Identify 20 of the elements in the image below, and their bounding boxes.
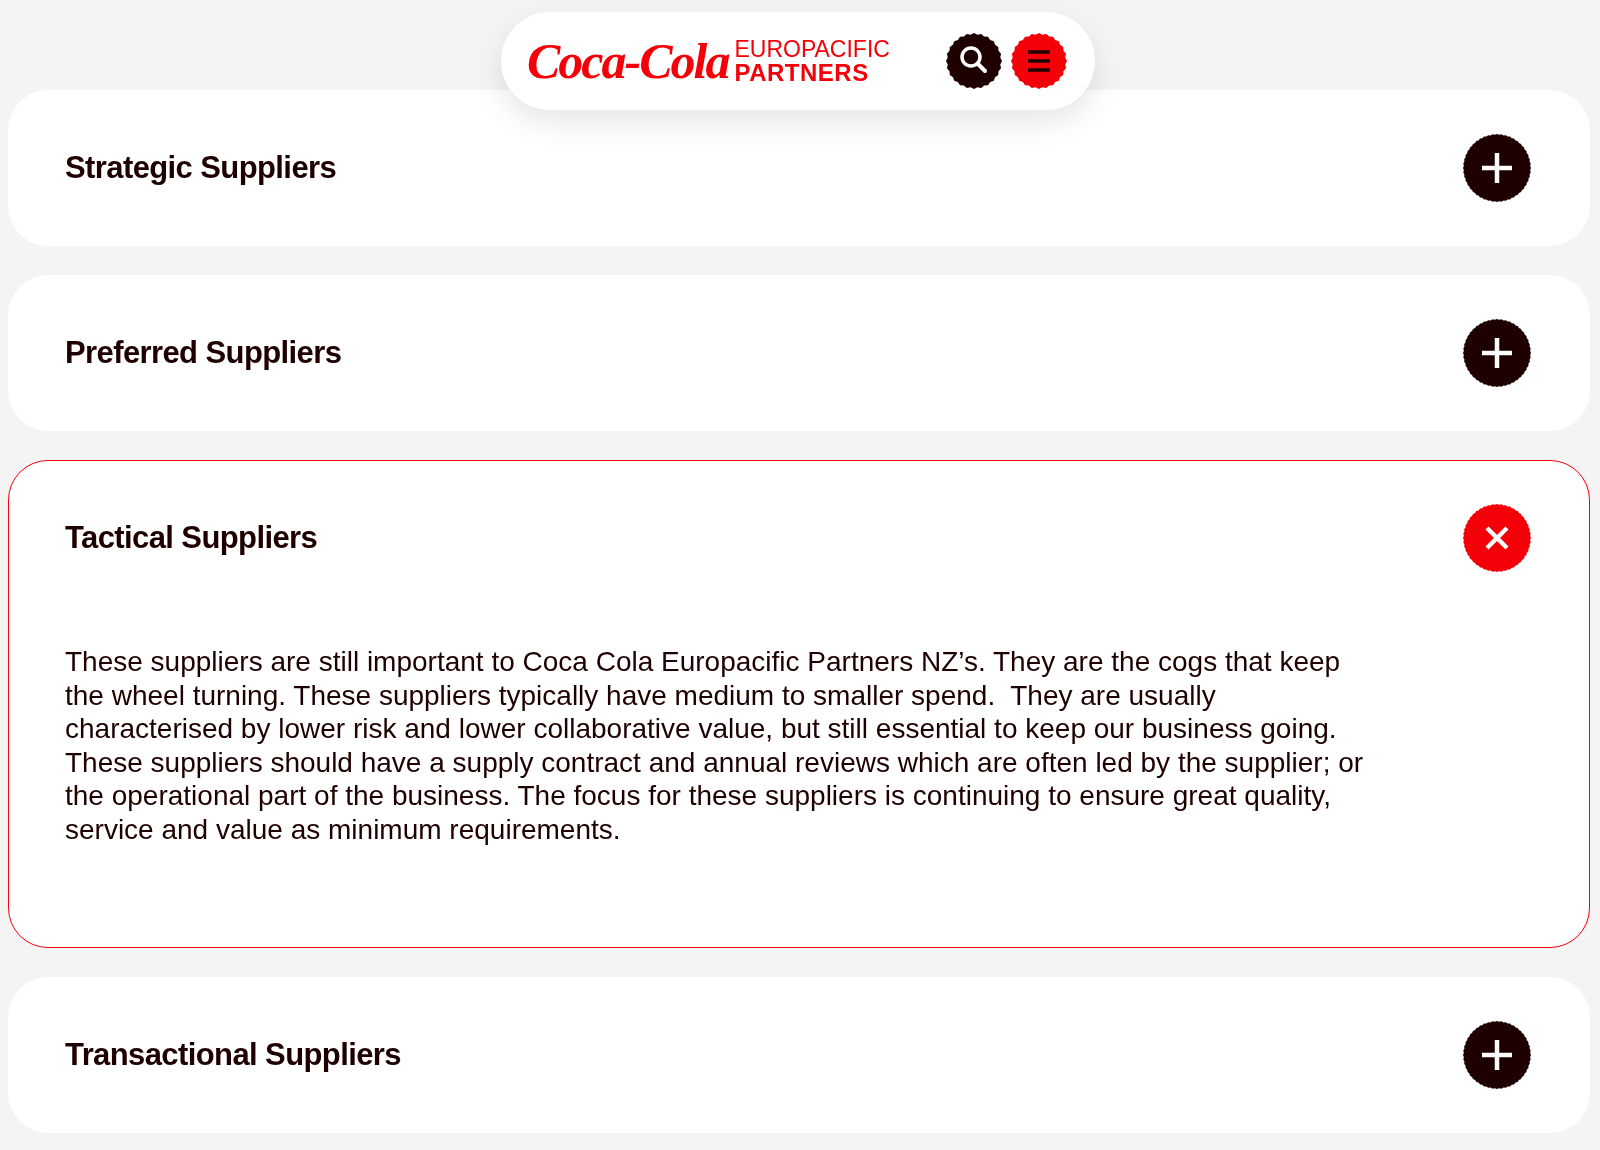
plus-icon [1463, 134, 1531, 202]
plus-icon [1463, 1020, 1531, 1089]
menu-icon [1011, 33, 1067, 89]
expand-button[interactable] [1463, 1020, 1531, 1089]
plus-icon [1463, 319, 1531, 387]
logo-wordmark-text[interactable]: EUROPACIFIC [734, 37, 890, 61]
accordion-body-text: These suppliers are still important to Coca Cola Europacific Partners NZ’s. They are the cogs that keep the wheel turning. These suppliers typically have medium to smaller spend. They are usually characterised by lower risk and lower collaborative value, but still essential to keep our business going. These suppliers should have a supply contract and annual reviews which are often led by the supplier; or the operational part of the business. The focus for these suppliers is continuing to ensure great quality, service and value as minimum requirements. [65, 645, 1365, 847]
search-button[interactable] [946, 33, 1002, 89]
close-icon [1463, 504, 1531, 572]
accordion-title[interactable]: Preferred Suppliers [65, 335, 342, 371]
accordion-title[interactable]: Transactional Suppliers [65, 1036, 401, 1073]
logo-wordmark-text[interactable]: PARTNERS [734, 60, 890, 85]
expand-button[interactable] [1463, 319, 1531, 387]
expand-button[interactable] [1463, 134, 1531, 202]
collapse-button[interactable] [1463, 504, 1531, 572]
accordion-title[interactable]: Strategic Suppliers [65, 150, 337, 186]
menu-button[interactable] [1011, 33, 1067, 89]
logo-script-text[interactable]: Coca-Cola [527, 36, 729, 86]
accordion-title[interactable]: Tactical Suppliers [65, 520, 318, 556]
search-icon [946, 33, 1002, 89]
